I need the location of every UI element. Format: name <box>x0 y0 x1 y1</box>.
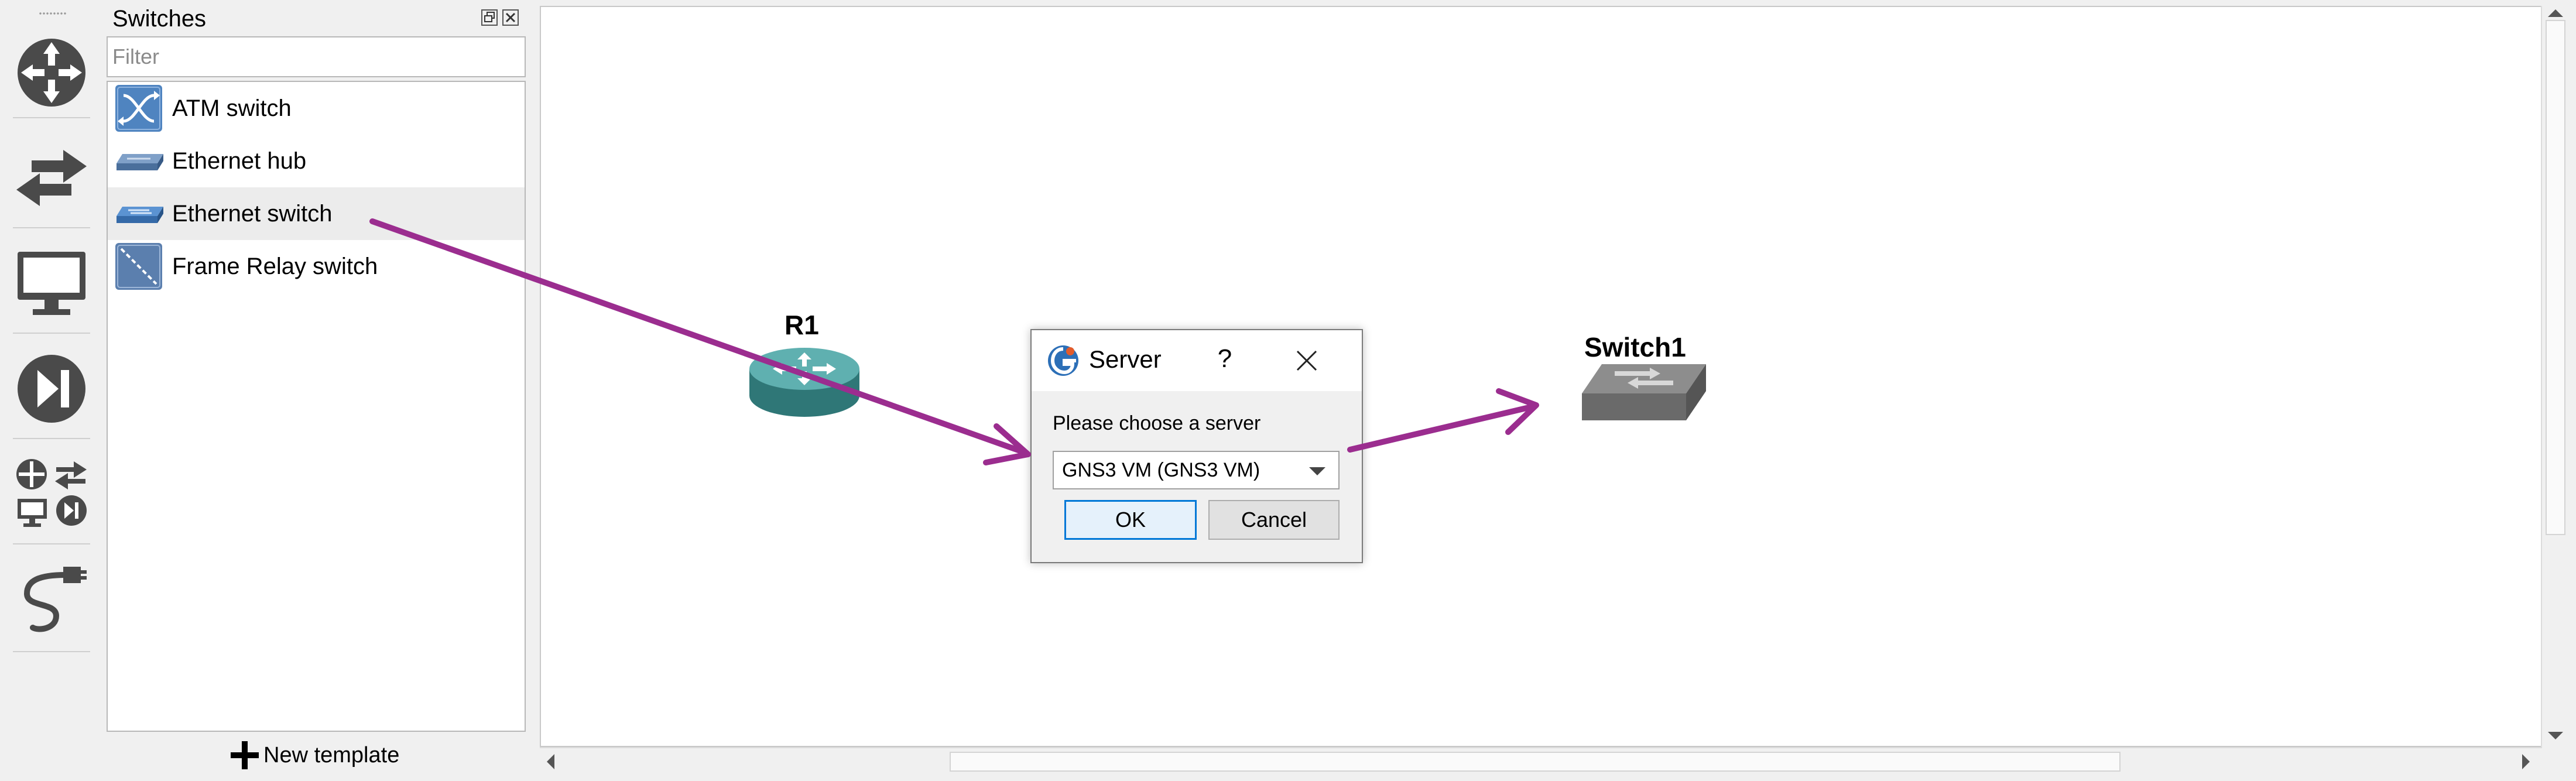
close-icon <box>505 12 516 23</box>
template-list: ATM switch Ethernet hub Ethernet switch … <box>107 81 526 732</box>
node-label-r1: R1 <box>785 310 819 340</box>
all-devices-category-button[interactable] <box>14 454 89 529</box>
router-r1-icon[interactable] <box>747 340 862 419</box>
toolbar-separator <box>13 117 90 118</box>
node-label-switch1: Switch1 <box>1584 332 1686 362</box>
switch-category-icon <box>16 150 87 206</box>
cable-icon <box>23 567 87 632</box>
dialog-close-button[interactable] <box>1289 343 1324 378</box>
server-dialog: Server ? Please choose a server GNS3 VM … <box>1030 329 1363 563</box>
templates-dock: Switches ATM switch <box>105 0 528 781</box>
atm-switch-icon <box>114 83 164 133</box>
toolbar-grip[interactable] <box>39 12 67 15</box>
close-icon <box>1296 350 1317 371</box>
scroll-right-arrow[interactable] <box>2522 754 2530 769</box>
server-select[interactable]: GNS3 VM (GNS3 VM) <box>1053 451 1340 489</box>
ok-button[interactable]: OK <box>1064 500 1197 540</box>
horizontal-scrollbar[interactable] <box>540 747 2542 775</box>
filter-input[interactable] <box>107 36 526 77</box>
help-button[interactable]: ? <box>1207 344 1242 374</box>
list-item-ethernet-switch[interactable]: Ethernet switch <box>108 187 525 240</box>
toolbar-separator <box>13 333 90 334</box>
ethernet-hub-icon <box>114 136 164 186</box>
plus-icon <box>231 741 259 769</box>
toolbar-separator <box>13 438 90 439</box>
cancel-button[interactable]: Cancel <box>1208 500 1340 540</box>
security-devices-category-button[interactable] <box>14 351 89 426</box>
switch1-icon[interactable] <box>1580 359 1708 425</box>
add-link-button[interactable] <box>14 562 89 637</box>
list-item-label: Ethernet hub <box>172 148 307 174</box>
gns3-logo-icon <box>1048 345 1078 376</box>
list-item-atm-switch[interactable]: ATM switch <box>108 82 525 135</box>
list-item-ethernet-hub[interactable]: Ethernet hub <box>108 135 525 187</box>
vertical-scrollbar[interactable] <box>2541 6 2568 747</box>
switches-category-button[interactable] <box>14 141 89 215</box>
vertical-scroll-thumb[interactable] <box>2546 20 2565 535</box>
horizontal-scroll-thumb[interactable] <box>950 752 2121 772</box>
all-devices-icon <box>16 459 87 527</box>
ethernet-switch-icon <box>114 189 164 239</box>
list-item-label: ATM switch <box>172 95 292 121</box>
list-item-label: Frame Relay switch <box>172 253 378 279</box>
toolbar-separator <box>13 651 90 652</box>
scroll-left-arrow[interactable] <box>547 754 554 769</box>
device-type-toolbar <box>0 0 107 781</box>
new-template-button[interactable]: New template <box>228 739 399 772</box>
scroll-up-arrow[interactable] <box>2548 9 2563 17</box>
play-next-icon <box>18 355 85 423</box>
dialog-title: Server <box>1089 345 1162 373</box>
list-item-frame-relay-switch[interactable]: Frame Relay switch <box>108 240 525 293</box>
server-select-value: GNS3 VM (GNS3 VM) <box>1062 458 1260 481</box>
new-template-label: New template <box>263 742 400 768</box>
dock-title: Switches <box>112 6 207 32</box>
dock-float-button[interactable] <box>481 9 498 26</box>
list-item-label: Ethernet switch <box>172 200 333 227</box>
dock-close-button[interactable] <box>502 9 519 26</box>
server-prompt: Please choose a server <box>1053 412 1261 434</box>
monitor-icon <box>18 252 85 315</box>
routers-category-button[interactable] <box>14 35 89 110</box>
dialog-titlebar[interactable]: Server ? <box>1032 330 1362 391</box>
float-icon <box>484 12 495 22</box>
router-category-icon <box>18 39 85 107</box>
scroll-down-arrow[interactable] <box>2548 732 2563 739</box>
chevron-down-icon <box>1309 467 1325 475</box>
frame-relay-switch-icon <box>114 241 164 292</box>
toolbar-separator <box>13 543 90 544</box>
end-devices-category-button[interactable] <box>14 246 89 321</box>
toolbar-separator <box>13 227 90 228</box>
